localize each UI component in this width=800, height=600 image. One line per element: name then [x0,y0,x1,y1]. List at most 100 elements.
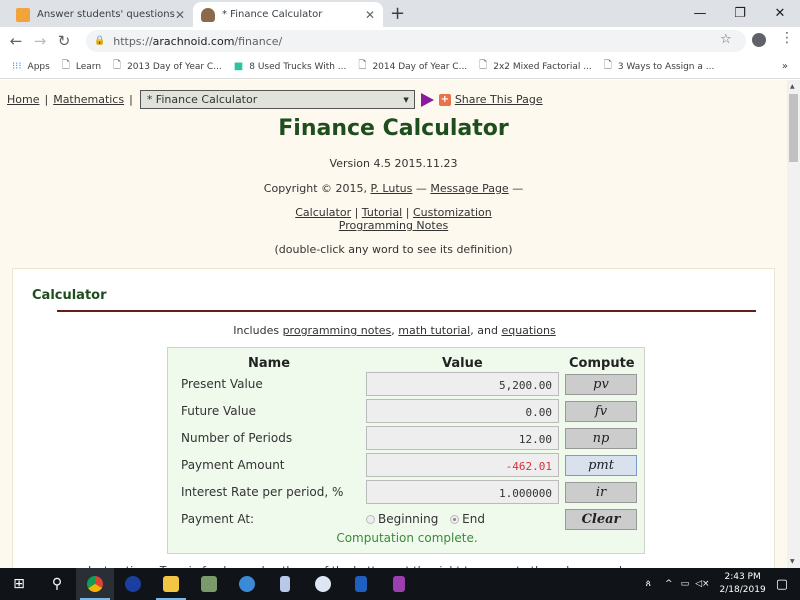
close-tab-icon[interactable]: ✕ [365,8,375,22]
bookmark-apps[interactable]: ⁝⁝⁝ Apps [12,61,50,72]
chrome-icon [87,576,103,592]
tab-label: * Finance Calculator [222,9,323,20]
clock[interactable]: 2:43 PM 2/18/2019 [720,571,766,597]
bookmark-item[interactable]: 🗋 2014 Day of Year C... [358,58,467,75]
scroll-down-icon[interactable]: ▼ [790,558,795,565]
compute-pv-button[interactable]: pv [565,374,637,395]
address-bar[interactable]: 🔒 https://arachnoid.com/finance/ [86,30,746,52]
dash: — [512,182,524,195]
app-icon [280,576,290,592]
lock-icon: 🔒 [94,36,106,46]
windows-logo-icon: ⊞ [13,576,25,592]
compute-fv-button[interactable]: fv [565,401,637,422]
app-taskbar-button[interactable] [304,568,342,600]
message-page-link[interactable]: Message Page [430,182,508,195]
present-value-input[interactable]: 5,200.00 [366,372,559,396]
end-radio[interactable] [450,515,460,524]
url-path: /finance/ [234,34,283,48]
row-future-value: Future Value 0.00 fv [168,399,646,424]
home-link[interactable]: Home [7,93,39,106]
show-hidden-icons[interactable]: ^ [665,579,673,589]
search-icon: ⚲ [51,576,63,592]
bookmark-item[interactable]: 🗋 2013 Day of Year C... [113,58,222,75]
math-tutorial-link[interactable]: math tutorial [398,324,470,337]
bookmark-item[interactable]: ■ 8 Used Trucks With ... [234,61,347,72]
close-window-button[interactable]: ✕ [760,0,800,26]
page-scrollbar[interactable]: ▲ ▼ [787,80,800,568]
go-arrow-icon[interactable] [420,92,434,107]
row-label: Payment Amount [181,458,285,472]
interest-rate-input[interactable]: 1.000000 [366,480,559,504]
file-explorer-taskbar-button[interactable] [152,568,190,600]
programming-notes-link[interactable]: Programming Notes [339,219,448,232]
status-message: Computation complete. [336,531,478,545]
tab-answer-students[interactable]: Answer students' questions and | ✕ [8,2,193,27]
bookmarks-overflow-button[interactable]: » [782,61,788,72]
payment-amount-input[interactable]: -462.01 [366,453,559,477]
bookmark-star-icon[interactable]: ☆ [720,32,732,47]
share-plus-icon[interactable]: + [438,93,451,106]
app-taskbar-button[interactable] [190,568,228,600]
bookmark-item[interactable]: 🗋 Learn [62,58,101,75]
page-select[interactable]: * Finance Calculator ▼ [139,90,415,109]
minimize-button[interactable]: — [680,0,720,26]
bookmark-label: Learn [75,61,102,72]
action-center-icon[interactable]: ▢ [776,577,788,592]
scroll-thumb[interactable] [789,94,798,162]
menu-icon[interactable]: ⋮ [780,30,794,46]
bookmark-item[interactable]: 🗋 3 Ways to Assign a ... [604,58,715,75]
future-value-input[interactable]: 0.00 [366,399,559,423]
scroll-up-icon[interactable]: ▲ [790,83,795,90]
clear-button[interactable]: Clear [565,509,637,530]
calculator-link[interactable]: Calculator [295,206,351,219]
share-link[interactable]: Share This Page [455,93,543,106]
tab-finance-calculator[interactable]: * Finance Calculator ✕ [193,2,383,27]
number-of-periods-input[interactable]: 12.00 [366,426,559,450]
and-text: , and [470,324,498,337]
page-icon: 🗋 [358,60,367,71]
mathematics-link[interactable]: Mathematics [53,93,124,106]
account-icon[interactable] [752,33,766,47]
chrome-taskbar-button[interactable] [76,568,114,600]
customization-link[interactable]: Customization [413,206,492,219]
back-icon[interactable]: ← [4,32,28,50]
copyright-line: Copyright © 2015, P. Lutus — Message Pag… [0,182,787,195]
windows-taskbar: ⊞ ⚲ ጰ ^ ▭ ◁× 2:43 PM 2/18/2019 ▢ [0,568,800,600]
search-button[interactable]: ⚲ [38,568,76,600]
programming-notes-link[interactable]: programming notes [283,324,392,337]
forward-icon[interactable]: → [28,32,52,50]
app-taskbar-button[interactable] [380,568,418,600]
start-button[interactable]: ⊞ [0,568,38,600]
bookmark-label: 2x2 Mixed Factorial ... [493,61,592,72]
compute-ir-button[interactable]: ir [565,482,637,503]
reload-icon[interactable]: ↻ [52,32,76,50]
tab-bar: Answer students' questions and | ✕ * Fin… [0,0,800,27]
app-taskbar-button[interactable] [114,568,152,600]
app-taskbar-button[interactable] [228,568,266,600]
bookmark-item[interactable]: 🗋 2x2 Mixed Factorial ... [479,58,592,75]
author-link[interactable]: P. Lutus [371,182,413,195]
close-tab-icon[interactable]: ✕ [175,8,185,22]
row-label: Number of Periods [181,431,293,445]
people-icon[interactable]: ጰ [646,579,651,589]
date: 2/18/2019 [719,585,766,595]
url-host: arachnoid.com [152,34,235,48]
volume-muted-icon[interactable]: ◁× [695,579,709,589]
row-label: Future Value [181,404,256,418]
restore-button[interactable]: ❐ [720,0,760,26]
app-taskbar-button[interactable] [266,568,304,600]
new-tab-button[interactable]: + [390,3,405,24]
tutorial-link[interactable]: Tutorial [362,206,402,219]
compute-np-button[interactable]: np [565,428,637,449]
name-header: Name [248,356,291,371]
network-icon[interactable]: ▭ [681,579,690,589]
app-icon [393,576,405,592]
magnifier-icon [315,576,331,592]
equations-link[interactable]: equations [501,324,555,337]
dash: — [415,182,427,195]
app-taskbar-button[interactable] [342,568,380,600]
row-present-value: Present Value 5,200.00 pv [168,372,646,397]
beginning-radio[interactable] [366,515,375,524]
compute-pmt-button[interactable]: pmt [565,455,637,476]
system-tray: ጰ ^ ▭ ◁× 2:43 PM 2/18/2019 ▢ [646,568,800,600]
